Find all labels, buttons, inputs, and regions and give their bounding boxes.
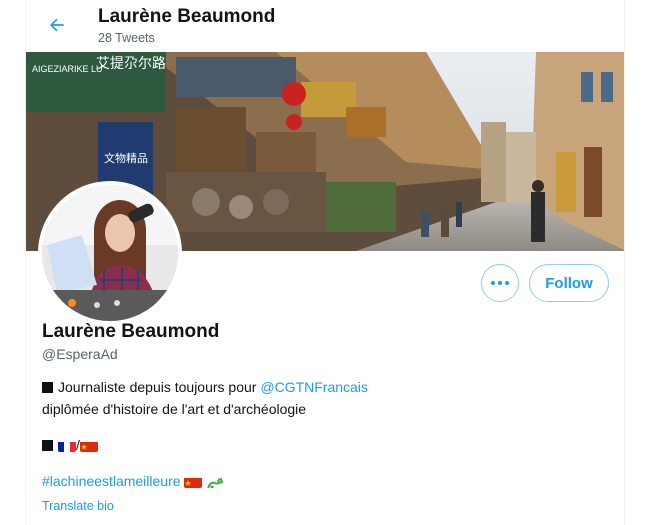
banner-sign-top: AIGEZIARIKE LU	[32, 64, 103, 74]
bio-mention-link[interactable]: @CGTNFrancais	[260, 379, 368, 395]
black-square-icon	[42, 382, 53, 393]
bio-line-1: Journaliste depuis toujours pour @CGTNFr…	[42, 376, 602, 398]
more-button[interactable]	[481, 264, 519, 302]
china-flag-icon	[184, 475, 203, 488]
bio-line-3: /	[42, 434, 602, 456]
profile-column: Laurène Beaumond 28 Tweets AIGEZIARIKE L…	[25, 0, 625, 525]
more-dots-icon	[491, 281, 509, 285]
china-flag-icon	[79, 439, 98, 452]
banner-sign-cjk: 艾提尕尔路	[96, 56, 166, 72]
bio-spacer	[42, 420, 602, 434]
bio-text-1: Journaliste depuis toujours pour	[58, 379, 257, 395]
bio-hashtag-link[interactable]: #lachineestlameilleure	[42, 473, 181, 489]
tweet-count: 28 Tweets	[98, 31, 155, 45]
black-square-icon	[42, 440, 53, 451]
user-handle: @EsperaAd	[42, 346, 118, 362]
display-name: Laurène Beaumond	[42, 321, 220, 342]
avatar[interactable]	[38, 181, 182, 325]
translate-bio-link[interactable]: Translate bio	[42, 499, 114, 513]
profile-header: Laurène Beaumond 28 Tweets	[26, 0, 624, 52]
france-flag-icon	[58, 439, 76, 452]
banner-sign-vertical: 文物精品	[104, 151, 148, 165]
avatar-image	[42, 185, 178, 321]
header-name: Laurène Beaumond	[98, 6, 276, 27]
profile-bio: Journaliste depuis toujours pour @CGTNFr…	[42, 376, 602, 492]
bio-spacer	[42, 456, 602, 470]
dragon-icon	[206, 475, 224, 488]
follow-button[interactable]: Follow	[529, 264, 609, 302]
arrow-left-icon	[50, 18, 64, 32]
back-button[interactable]	[40, 8, 74, 42]
bio-line-4: #lachineestlameilleure	[42, 470, 602, 492]
bio-line-2: diplômée d'histoire de l'art et d'archéo…	[42, 401, 307, 417]
